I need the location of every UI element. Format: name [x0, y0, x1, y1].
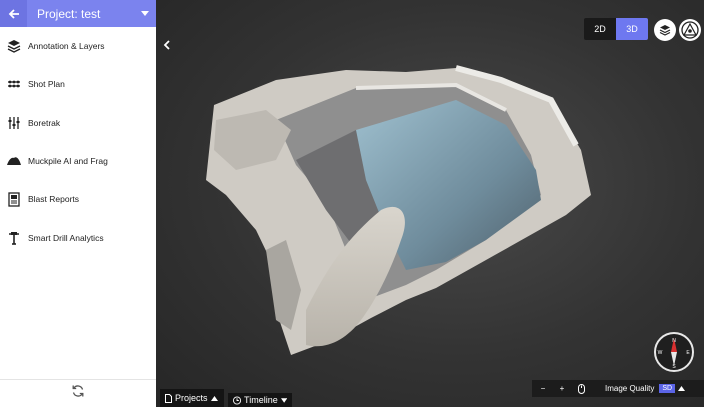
mouse-icon: [577, 383, 585, 394]
caret-up-icon[interactable]: [678, 386, 686, 391]
shot-plan-icon: [6, 76, 22, 92]
sidebar-item-annotation-layers[interactable]: Annotation & Layers: [0, 27, 156, 65]
tab-projects-label: Projects: [175, 393, 208, 403]
project-title[interactable]: Project: test: [27, 7, 134, 21]
chevron-left-icon: [163, 40, 170, 50]
compass-n: N: [672, 338, 676, 344]
mouse-controls-button[interactable]: [574, 382, 588, 396]
file-icon: [165, 393, 172, 403]
sidebar-item-muckpile[interactable]: Muckpile AI and Frag: [0, 142, 156, 180]
map-controls-bar: − + Image Quality SD: [532, 380, 704, 397]
blast-report-icon: [6, 191, 22, 207]
sidebar-item-boretrak[interactable]: Boretrak: [0, 104, 156, 142]
zoom-in-button[interactable]: +: [555, 382, 569, 396]
sidebar-footer: [0, 379, 156, 407]
sidebar: Project: test Annotation & Layers Shot P…: [0, 0, 156, 407]
back-button[interactable]: [0, 0, 27, 27]
drill-icon: [6, 230, 22, 246]
refresh-icon: [72, 385, 84, 397]
sidebar-menu: Annotation & Layers Shot Plan Boretrak M…: [0, 27, 156, 257]
caret-up-icon: [210, 395, 218, 401]
map-viewport[interactable]: 2D 3D N S E W − + Image Quality SD: [156, 0, 704, 407]
compass-e: E: [686, 350, 690, 356]
collapse-sidebar-button[interactable]: [156, 34, 178, 56]
refresh-button[interactable]: [71, 384, 85, 403]
sidebar-item-label: Muckpile AI and Frag: [28, 156, 108, 167]
view-3d-button[interactable]: 3D: [616, 18, 648, 40]
sidebar-item-label: Annotation & Layers: [28, 41, 105, 52]
boretrak-icon: [6, 115, 22, 131]
image-quality-value[interactable]: SD: [659, 384, 676, 393]
view-2d-button[interactable]: 2D: [584, 18, 616, 40]
tab-timeline-label: Timeline: [244, 395, 278, 405]
layers-button[interactable]: [654, 19, 676, 41]
sidebar-header: Project: test: [0, 0, 156, 27]
caret-down-icon: [141, 11, 149, 16]
arrow-left-icon: [8, 8, 19, 19]
sidebar-item-label: Boretrak: [28, 117, 61, 128]
sidebar-item-label: Smart Drill Analytics: [28, 232, 104, 243]
tab-projects[interactable]: Projects: [160, 389, 224, 407]
compass[interactable]: N S E W: [654, 332, 694, 372]
logo-icon: [681, 21, 699, 39]
layers-icon: [6, 38, 22, 54]
view-mode-toggle: 2D 3D: [584, 18, 648, 40]
sidebar-item-label: Shot Plan: [28, 79, 65, 90]
quarry-3d-model[interactable]: [156, 0, 704, 407]
sidebar-item-smart-drill[interactable]: Smart Drill Analytics: [0, 218, 156, 256]
caret-down-icon: [280, 397, 287, 403]
compass-w: W: [658, 350, 663, 356]
clock-icon: [233, 395, 242, 405]
sidebar-item-label: Blast Reports: [28, 194, 80, 205]
sidebar-item-shot-plan[interactable]: Shot Plan: [0, 65, 156, 103]
project-dropdown-button[interactable]: [134, 11, 156, 16]
image-quality-label: Image Quality: [605, 384, 655, 393]
layers-icon: [659, 25, 671, 36]
zoom-out-button[interactable]: −: [536, 382, 550, 396]
compass-s: S: [672, 364, 676, 370]
muckpile-icon: [6, 153, 22, 169]
sidebar-item-blast-reports[interactable]: Blast Reports: [0, 180, 156, 218]
tab-timeline[interactable]: Timeline: [228, 393, 292, 407]
logo-badge[interactable]: [679, 19, 701, 41]
